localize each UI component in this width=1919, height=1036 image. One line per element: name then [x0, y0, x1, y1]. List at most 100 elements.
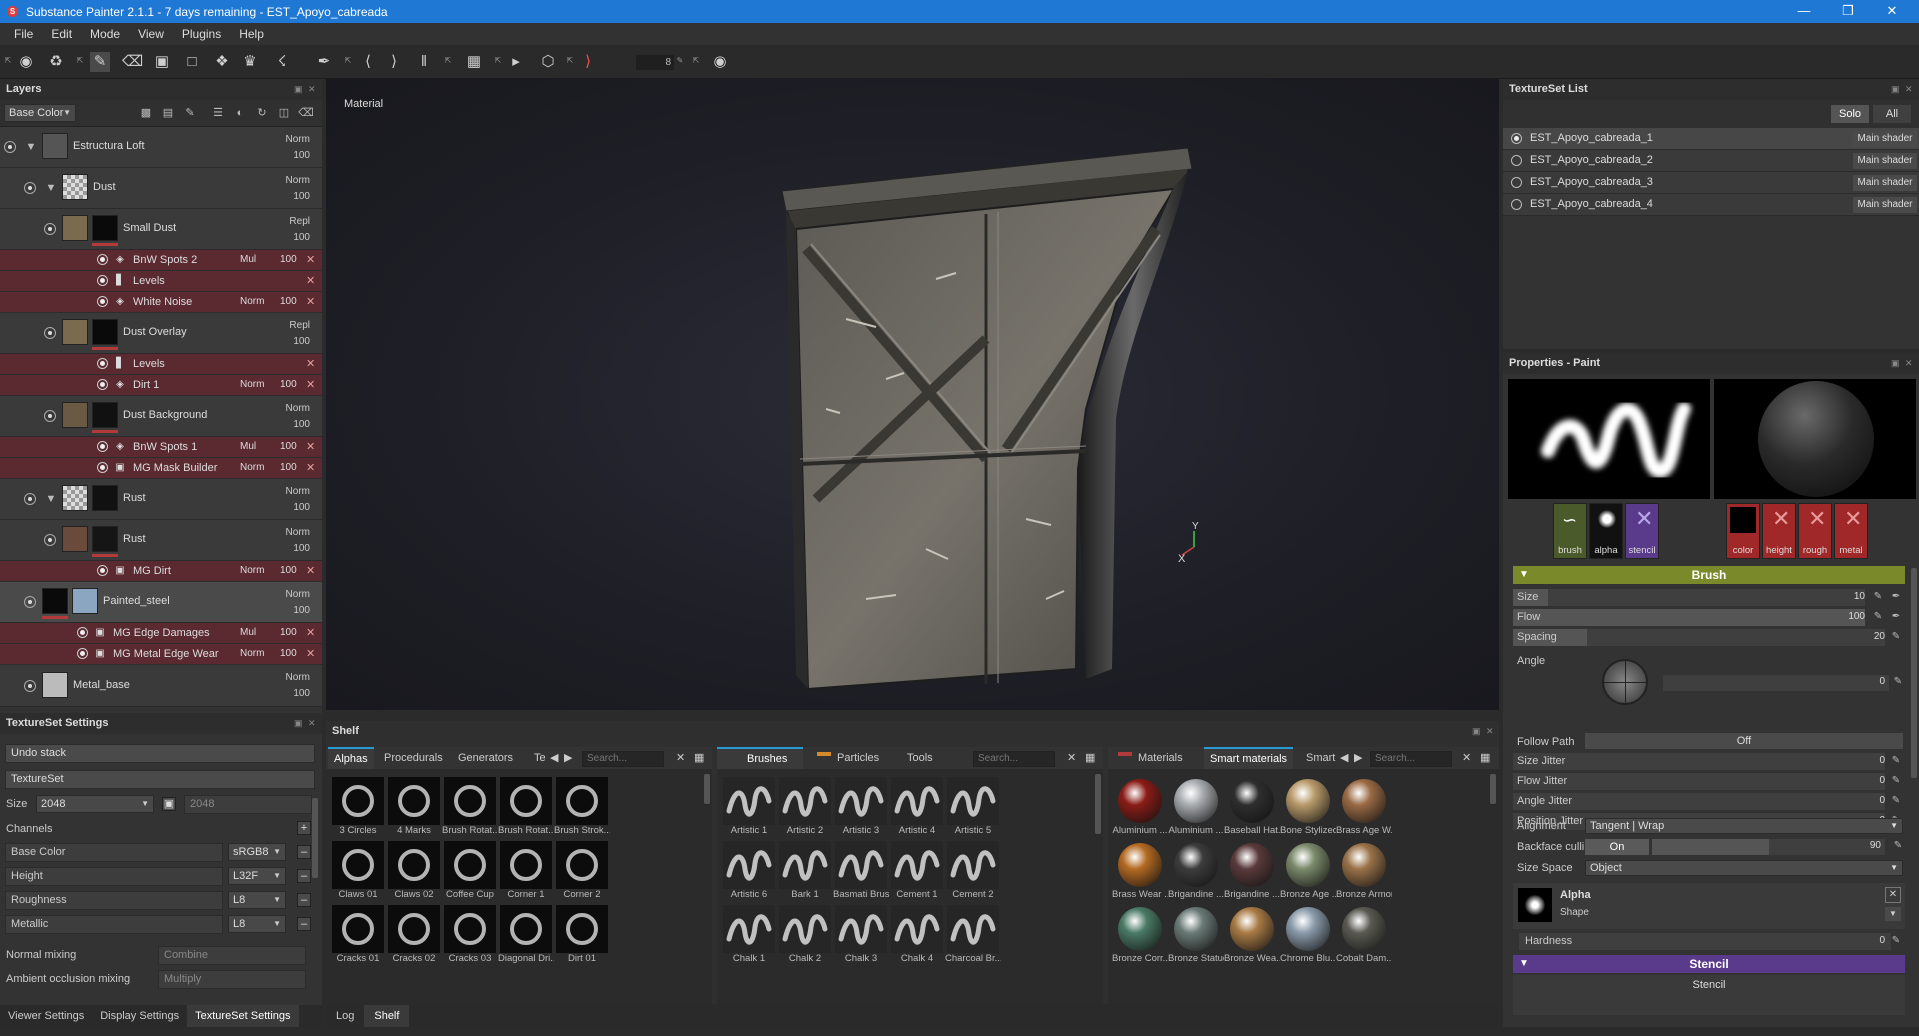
layer-row-dust-overlay[interactable]: Dust Overlay Repl 100 — [0, 313, 322, 354]
textureset-row[interactable]: EST_Apoyo_cabreada_4 Main shader — [1503, 194, 1919, 216]
textureset-row[interactable]: EST_Apoyo_cabreada_2 Main shader — [1503, 150, 1919, 172]
stencil-section-header[interactable]: ▼ Stencil — [1513, 955, 1905, 973]
expand-icon[interactable]: ⇱ — [76, 51, 84, 71]
ao-mixing-select[interactable]: Multiply — [158, 970, 306, 989]
tabs-scroll-left-icon[interactable]: ◀ — [1340, 747, 1348, 769]
layer-row-dust[interactable]: ▼ Dust Norm 100 — [0, 168, 322, 209]
cube-view-icon[interactable]: ⬡ — [538, 52, 558, 72]
remove-effect-icon[interactable]: ✕ — [306, 295, 315, 308]
edit-icon[interactable]: ✎ — [1889, 630, 1903, 644]
tab-te[interactable]: Te — [534, 747, 546, 769]
layer-blend-mode[interactable]: Norm — [286, 175, 310, 186]
brush-item[interactable]: Chalk 4 — [889, 901, 945, 979]
clear-search-icon[interactable]: ✕ — [1067, 747, 1076, 769]
eraser-icon[interactable]: ⌫ — [122, 52, 143, 72]
material-item[interactable]: Cobalt Dam... — [1336, 901, 1392, 979]
tab-particles[interactable]: Particles — [837, 747, 879, 769]
remove-effect-icon[interactable]: ✕ — [306, 626, 315, 639]
brush-item[interactable]: Charcoal Br... — [945, 901, 1001, 979]
effect-opacity[interactable]: 100 — [280, 565, 297, 576]
effect-row[interactable]: ◈ BnW Spots 2 Mul 100 ✕ — [0, 250, 322, 271]
layer-row-dust-background[interactable]: Dust Background Norm 100 — [0, 396, 322, 437]
add-channel-button[interactable]: + — [297, 821, 311, 835]
layer-opacity[interactable]: 100 — [293, 232, 310, 243]
materials-search-input[interactable]: Search... — [1370, 751, 1452, 767]
visibility-eye-icon[interactable] — [97, 296, 108, 307]
symmetry-right-icon[interactable]: ⟩ — [384, 52, 404, 72]
3d-viewport[interactable]: Material X Y — [326, 79, 1499, 710]
visibility-eye-icon[interactable] — [24, 493, 36, 505]
tabs-scroll-right-icon[interactable]: ▶ — [564, 747, 572, 769]
remove-effect-icon[interactable]: ✕ — [306, 378, 315, 391]
brush-count-field[interactable]: 8 — [636, 55, 674, 70]
visibility-eye-icon[interactable] — [97, 462, 108, 473]
alpha-slot[interactable]: alpha — [1589, 503, 1623, 559]
effect-row[interactable]: ▋ Levels ✕ — [0, 271, 322, 292]
effect-opacity[interactable]: 100 — [280, 254, 297, 265]
flow-jitter-slider[interactable]: Flow Jitter 0 ✎ — [1513, 773, 1905, 790]
edit-icon[interactable]: ✎ — [1871, 590, 1885, 604]
panel-float-icon[interactable]: ▣ — [294, 713, 303, 734]
alpha-item[interactable]: Cracks 02 — [386, 901, 442, 979]
channel-select[interactable]: Base Color ▼ — [4, 104, 76, 122]
polygon-fill-icon[interactable]: □ — [182, 52, 202, 72]
tss-scrollbar[interactable] — [312, 798, 318, 878]
visibility-eye-icon[interactable] — [77, 627, 88, 638]
remove-effect-icon[interactable]: ✕ — [306, 564, 315, 577]
tab-viewer-settings[interactable]: Viewer Settings — [0, 1005, 92, 1027]
panel-close-icon[interactable]: ✕ — [308, 79, 316, 100]
stencil-slot[interactable]: ✕ stencil — [1625, 503, 1659, 559]
layer-blend-mode[interactable]: Norm — [286, 527, 310, 538]
material-item[interactable]: Bronze Wea... — [1224, 901, 1280, 979]
backface-angle-slider[interactable]: 90 — [1652, 839, 1885, 855]
radio-icon[interactable] — [1511, 155, 1522, 166]
effect-blend[interactable]: Norm — [240, 565, 264, 576]
brush-item[interactable]: Chalk 2 — [777, 901, 833, 979]
layer-opacity[interactable]: 100 — [293, 502, 310, 513]
remove-channel-button[interactable]: – — [297, 893, 311, 907]
smudge-icon[interactable]: ❖ — [212, 52, 232, 72]
brush-item[interactable]: Chalk 3 — [833, 901, 889, 979]
visibility-eye-icon[interactable] — [97, 358, 108, 369]
effect-blend[interactable]: Norm — [240, 462, 264, 473]
visibility-eye-icon[interactable] — [97, 565, 108, 576]
roughness-channel-slot[interactable]: ✕ rough — [1798, 503, 1832, 559]
video-camera-icon[interactable]: ▸ — [506, 52, 526, 72]
visibility-eye-icon[interactable] — [97, 379, 108, 390]
angle-dial[interactable] — [1602, 659, 1648, 705]
color-picker-icon[interactable]: ✒ — [314, 52, 334, 72]
visibility-eye-icon[interactable] — [44, 327, 56, 339]
menu-file[interactable]: File — [14, 27, 33, 41]
add-mask-icon[interactable]: ▩ — [138, 105, 154, 121]
effect-opacity[interactable]: 100 — [280, 296, 297, 307]
expand-icon[interactable]: ⇱ — [566, 51, 574, 71]
tab-log[interactable]: Log — [326, 1005, 364, 1027]
remove-effect-icon[interactable]: ✕ — [306, 461, 315, 474]
shader-select[interactable]: Main shader — [1853, 197, 1917, 213]
tab-procedurals[interactable]: Procedurals — [384, 747, 443, 769]
close-button[interactable]: ✕ — [1870, 0, 1914, 23]
effect-row[interactable]: ▣ MG Dirt Norm 100 ✕ — [0, 561, 322, 582]
effect-row[interactable]: ◈ White Noise Norm 100 ✕ — [0, 292, 322, 313]
radio-icon[interactable] — [1511, 177, 1522, 188]
layer-opacity[interactable]: 100 — [293, 150, 310, 161]
symmetry-left-icon[interactable]: ⟨ — [358, 52, 378, 72]
brush-section-header[interactable]: ▼ Brush — [1513, 566, 1905, 584]
textureset-button[interactable]: TextureSet — [5, 770, 315, 789]
layer-row-small-dust[interactable]: Small Dust Repl 100 — [0, 209, 322, 250]
expand-icon[interactable]: ⇱ — [494, 51, 502, 71]
radio-selected-icon[interactable] — [1511, 133, 1522, 144]
metal-channel-slot[interactable]: ✕ metal — [1834, 503, 1868, 559]
visibility-eye-icon[interactable] — [24, 679, 36, 692]
edit-icon[interactable]: ✎ — [1889, 794, 1903, 808]
effect-blend[interactable]: Mul — [240, 627, 256, 638]
edit-icon[interactable]: ✎ — [676, 51, 684, 71]
props-scrollbar[interactable] — [1911, 568, 1917, 778]
panel-close-icon[interactable]: ✕ — [1486, 721, 1494, 742]
expand-icon[interactable]: ⇱ — [444, 51, 452, 71]
visibility-eye-icon[interactable] — [44, 410, 56, 422]
material-item[interactable]: Bronze Statue... — [1168, 901, 1224, 979]
alphas-scrollbar[interactable] — [704, 774, 710, 804]
edit-icon[interactable]: ✎ — [1889, 754, 1903, 768]
expand-icon[interactable]: ⇱ — [344, 51, 352, 71]
